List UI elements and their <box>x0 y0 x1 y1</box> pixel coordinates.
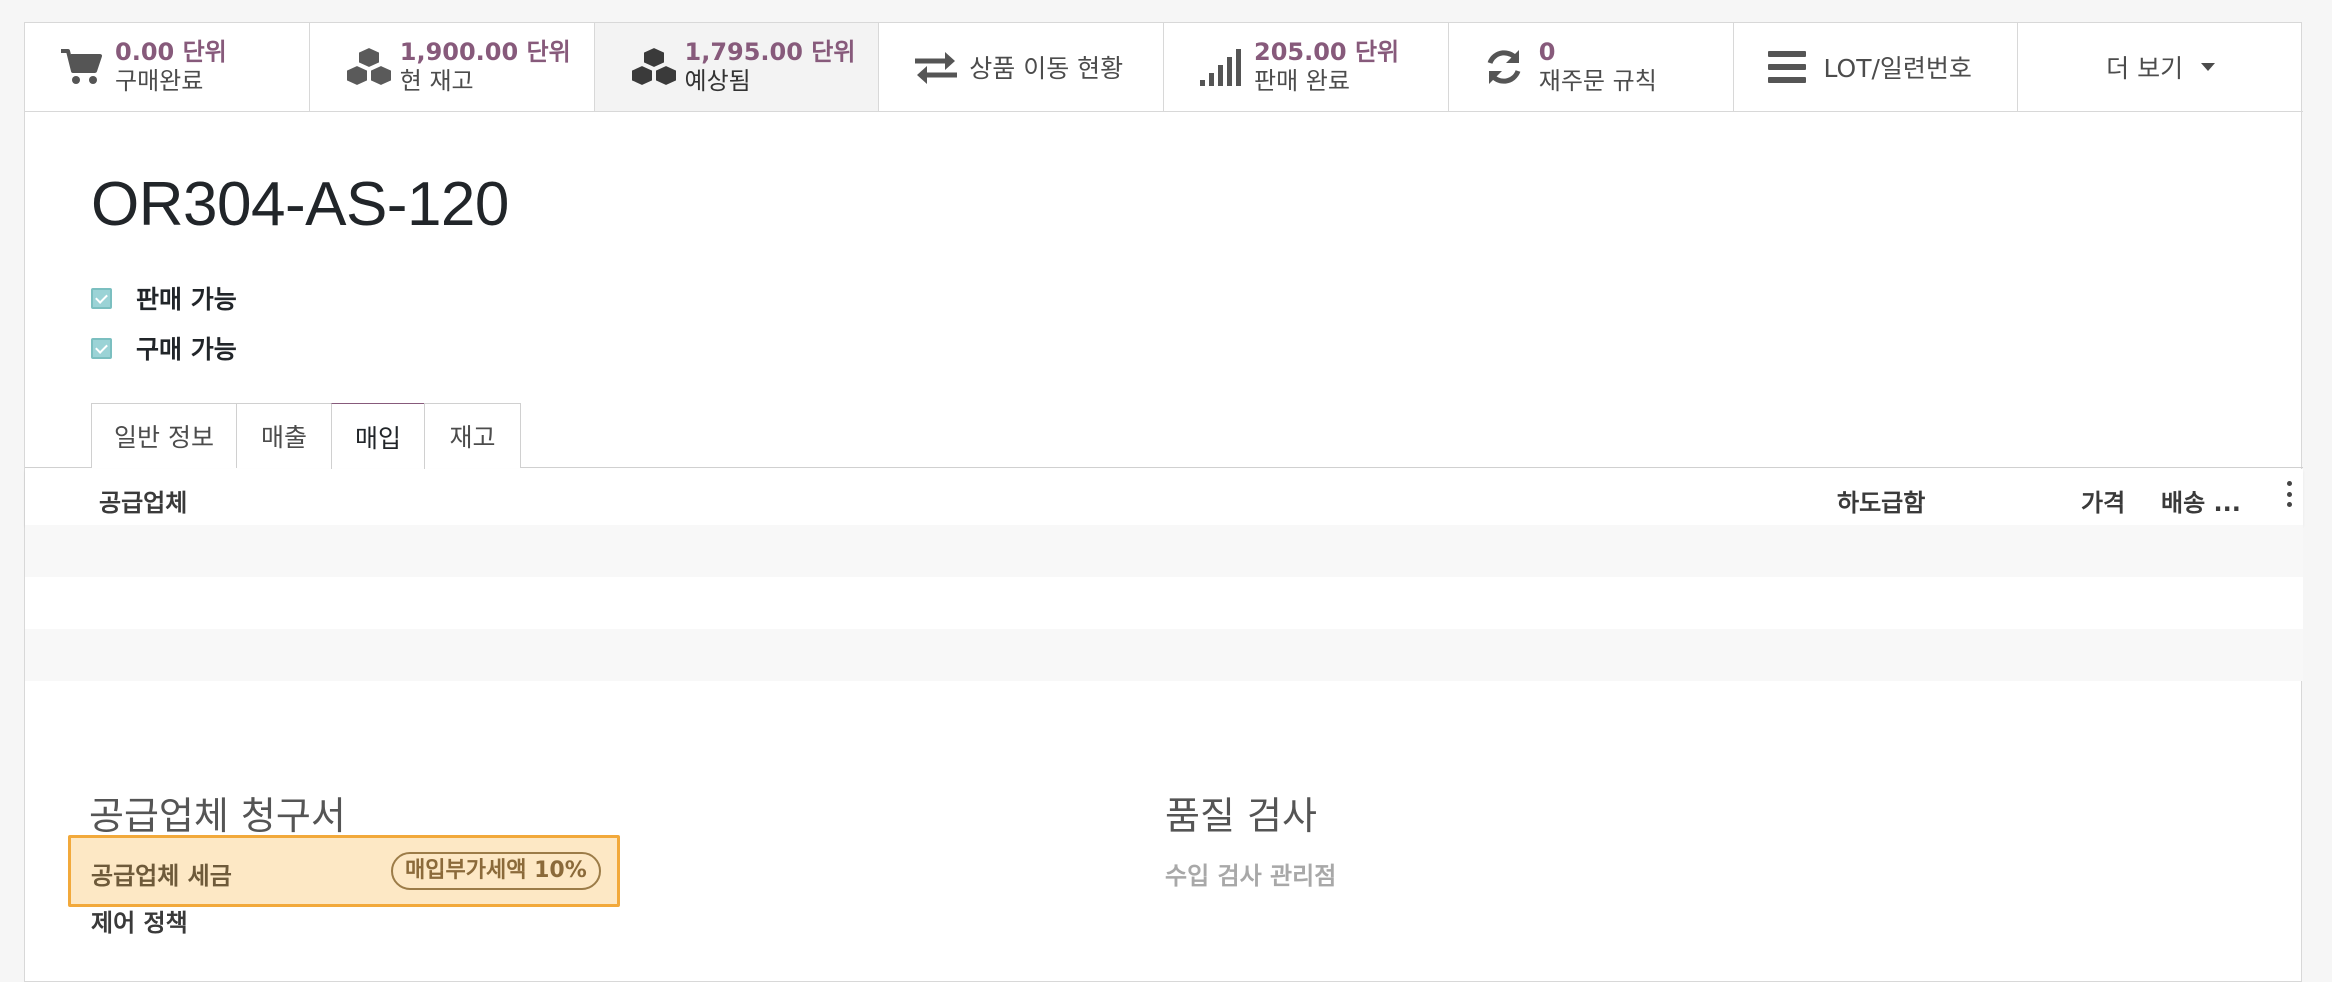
sale-ok-label: 판매 가능 <box>136 285 237 314</box>
more-dropdown-button[interactable]: 더 보기 <box>2018 23 2303 111</box>
product-moves-smart-button[interactable]: 상품 이동 현황 <box>879 23 1164 111</box>
reordering-rules-label: 재주문 규칙 <box>1538 67 1657 95</box>
sold-label: 판매 완료 <box>1254 67 1350 95</box>
more-label: 더 보기 <box>2106 54 2184 83</box>
col-delivery[interactable]: 배송 ... <box>2161 483 2241 518</box>
product-name[interactable]: OR304-AS-120 <box>91 169 509 240</box>
table-row <box>25 577 2303 629</box>
tab-general-info[interactable]: 일반 정보 <box>91 403 237 468</box>
purchased-smart-button[interactable]: 0.00 단위 구매완료 <box>25 23 310 111</box>
bars-icon <box>1767 43 1824 91</box>
forecasted-smart-button[interactable]: 1,795.00 단위 예상됨 <box>594 23 880 111</box>
tab-sales[interactable]: 매출 <box>236 403 332 468</box>
sold-smart-button[interactable]: 205.00 단위 판매 완료 <box>1164 23 1449 111</box>
lot-serial-label: LOT/일련번호 <box>1823 54 1972 83</box>
purchase-ok-row: 구매 가능 <box>91 330 237 366</box>
on-hand-smart-button[interactable]: 1,900.00 단위 현 재고 <box>310 23 595 111</box>
col-vendor[interactable]: 공급업체 <box>99 483 187 518</box>
sale-ok-row: 판매 가능 <box>91 280 237 316</box>
caret-down-icon <box>2201 63 2216 71</box>
cubes-icon <box>344 43 400 91</box>
tab-inventory[interactable]: 재고 <box>424 403 521 468</box>
reordering-rules-value: 0 <box>1538 38 1556 66</box>
on-hand-label: 현 재고 <box>399 67 474 95</box>
reordering-rules-smart-button[interactable]: 0 재주문 규칙 <box>1449 23 1734 111</box>
optional-columns-icon[interactable] <box>2287 481 2293 507</box>
purchased-value: 0.00 단위 <box>115 38 227 66</box>
vendor-bills-title: 공급업체 청구서 <box>89 794 346 838</box>
form-sheet: 0.00 단위 구매완료 1,900.00 단위 현 재고 1,795.00 단… <box>24 22 2303 982</box>
table-row <box>25 629 2303 681</box>
tab-purchase[interactable]: 매입 <box>331 403 425 469</box>
cubes-icon <box>629 43 685 91</box>
sale-ok-checkbox[interactable] <box>91 287 112 309</box>
sold-value: 205.00 단위 <box>1254 38 1400 66</box>
purchased-label: 구매완료 <box>115 67 204 95</box>
col-price[interactable]: 가격 <box>2081 483 2125 518</box>
col-subcontractor[interactable]: 하도급함 <box>1837 483 1925 518</box>
vendor-tax-badge[interactable]: 매입부가세액 10% <box>391 852 601 890</box>
purchase-ok-label: 구매 가능 <box>136 335 237 364</box>
forecasted-value: 1,795.00 단위 <box>684 38 856 66</box>
product-moves-label: 상품 이동 현황 <box>969 54 1124 83</box>
lot-serial-smart-button[interactable]: LOT/일련번호 <box>1734 23 2019 111</box>
notebook-tabs: 일반 정보 매출 매입 재고 <box>25 381 2303 469</box>
refresh-icon <box>1483 43 1539 91</box>
vendor-taxes-label: 공급업체 세금 <box>91 862 232 890</box>
quality-title: 품질 검사 <box>1165 794 1317 838</box>
control-policy-label: 제어 정책 <box>91 909 188 937</box>
exchange-icon <box>913 43 969 91</box>
cart-icon <box>59 43 115 91</box>
purchase-ok-checkbox[interactable] <box>91 337 112 359</box>
signal-icon <box>1198 43 1254 91</box>
forecasted-label: 예상됨 <box>684 67 751 95</box>
quality-control-points-label[interactable]: 수입 검사 관리점 <box>1165 856 1336 891</box>
table-row <box>25 525 2303 577</box>
on-hand-value: 1,900.00 단위 <box>399 38 571 66</box>
supplier-table-header: 공급업체 하도급함 가격 배송 ... <box>25 469 2303 525</box>
smart-button-bar: 0.00 단위 구매완료 1,900.00 단위 현 재고 1,795.00 단… <box>25 23 2303 112</box>
